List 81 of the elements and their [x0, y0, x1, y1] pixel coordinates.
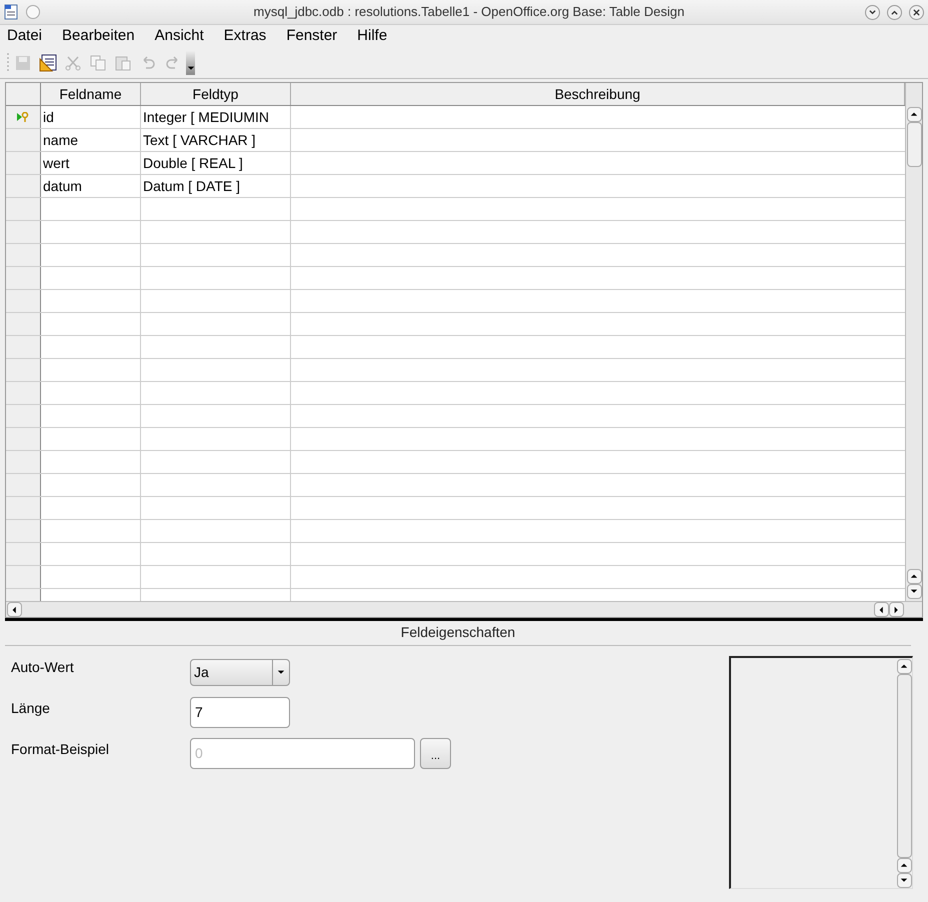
row-header[interactable]	[6, 497, 41, 519]
minimize-button[interactable]	[865, 4, 880, 20]
menu-item[interactable]: Bearbeiten	[60, 24, 137, 48]
up-arrow-icon	[900, 662, 908, 670]
close-button[interactable]	[909, 4, 924, 20]
row-header[interactable]	[6, 198, 41, 220]
scroll-arrow-button[interactable]	[906, 107, 922, 122]
menu-item[interactable]: Extras	[222, 24, 268, 48]
menu-item[interactable]: Hilfe	[355, 24, 390, 48]
row-header[interactable]	[6, 313, 41, 335]
scissors-icon	[65, 54, 81, 70]
row-header[interactable]	[6, 520, 41, 542]
left-arrow-icon	[10, 606, 18, 614]
scroll-arrow-button[interactable]	[874, 602, 889, 617]
scroll-thumb[interactable]	[906, 122, 922, 167]
row-header[interactable]	[6, 175, 41, 197]
table-cell: Integer [ MEDIUMIN	[141, 106, 291, 128]
menu-item[interactable]: Fenster	[284, 24, 340, 48]
table-cell: name	[41, 129, 141, 151]
row-header[interactable]	[6, 359, 41, 381]
scroll-arrow-button[interactable]	[7, 602, 22, 617]
row-header[interactable]	[6, 129, 41, 151]
chevron-up-icon	[891, 8, 898, 16]
document-icon	[4, 4, 18, 20]
left-arrow-icon	[878, 606, 886, 614]
table-cell: Datum [ DATE ]	[141, 175, 291, 197]
field-label: Auto-Wert	[11, 658, 75, 677]
row-header[interactable]	[6, 566, 41, 588]
scroll-arrow-button[interactable]	[896, 858, 912, 873]
row-header[interactable]	[6, 382, 41, 404]
row-header[interactable]	[6, 152, 41, 174]
scroll-arrow-button[interactable]	[889, 602, 904, 617]
up-arrow-icon	[910, 572, 918, 580]
clipboard-icon	[115, 54, 131, 70]
table-cell: Double [ REAL ]	[141, 152, 291, 174]
up-arrow-icon	[900, 862, 908, 870]
row-header[interactable]	[6, 336, 41, 358]
scroll-arrow-button[interactable]	[896, 873, 912, 888]
window-menu-button[interactable]	[26, 5, 40, 19]
caret-icon	[186, 64, 194, 72]
close-icon	[913, 8, 920, 16]
row-header[interactable]	[6, 474, 41, 496]
column-header[interactable]: Feldtyp	[141, 83, 291, 105]
table-cell: Text [ VARCHAR ]	[141, 129, 291, 151]
maximize-button[interactable]	[887, 4, 902, 20]
column-header[interactable]: Feldname	[41, 83, 141, 105]
row-header[interactable]	[6, 106, 41, 128]
chevron-down-icon	[869, 8, 876, 16]
down-arrow-icon	[910, 588, 918, 596]
table-cell: wert	[41, 152, 141, 174]
table-cell: id	[41, 106, 141, 128]
toolbar-grip-icon	[6, 52, 10, 74]
row-header[interactable]	[6, 290, 41, 312]
input-field[interactable]: 7	[190, 697, 290, 728]
menu-item[interactable]: Datei	[5, 24, 44, 48]
scroll-arrow-button[interactable]	[906, 584, 922, 599]
row-header[interactable]	[6, 543, 41, 565]
toolbar-overflow-button[interactable]	[186, 50, 195, 74]
caret-icon	[277, 668, 285, 676]
row-header[interactable]	[6, 221, 41, 243]
ruler-sheet-icon	[39, 54, 57, 72]
row-header[interactable]	[6, 405, 41, 427]
scroll-arrow-button[interactable]	[896, 659, 912, 674]
section-title: Feldeigenschaften	[400, 623, 516, 642]
field-label: Länge	[11, 699, 51, 718]
dropdown[interactable]: Ja	[190, 659, 290, 686]
field-label: Format-Beispiel	[11, 740, 110, 759]
copy-icon	[90, 54, 106, 70]
menu-item[interactable]: Ansicht	[152, 24, 206, 48]
row-header[interactable]	[6, 428, 41, 450]
key-arrow-icon	[17, 112, 29, 122]
row-header[interactable]	[6, 451, 41, 473]
row-header[interactable]	[6, 267, 41, 289]
floppy-icon	[15, 54, 31, 70]
table-cell: datum	[41, 175, 141, 197]
right-arrow-icon	[892, 606, 900, 614]
row-header[interactable]	[6, 244, 41, 266]
up-arrow-icon	[910, 110, 918, 118]
window-title: mysql_jdbc.odb : resolutions.Tabelle1 - OpenOffice.org Base: Table Design	[254, 3, 684, 22]
down-arrow-icon	[900, 876, 908, 884]
scroll-arrow-button[interactable]	[906, 569, 922, 584]
